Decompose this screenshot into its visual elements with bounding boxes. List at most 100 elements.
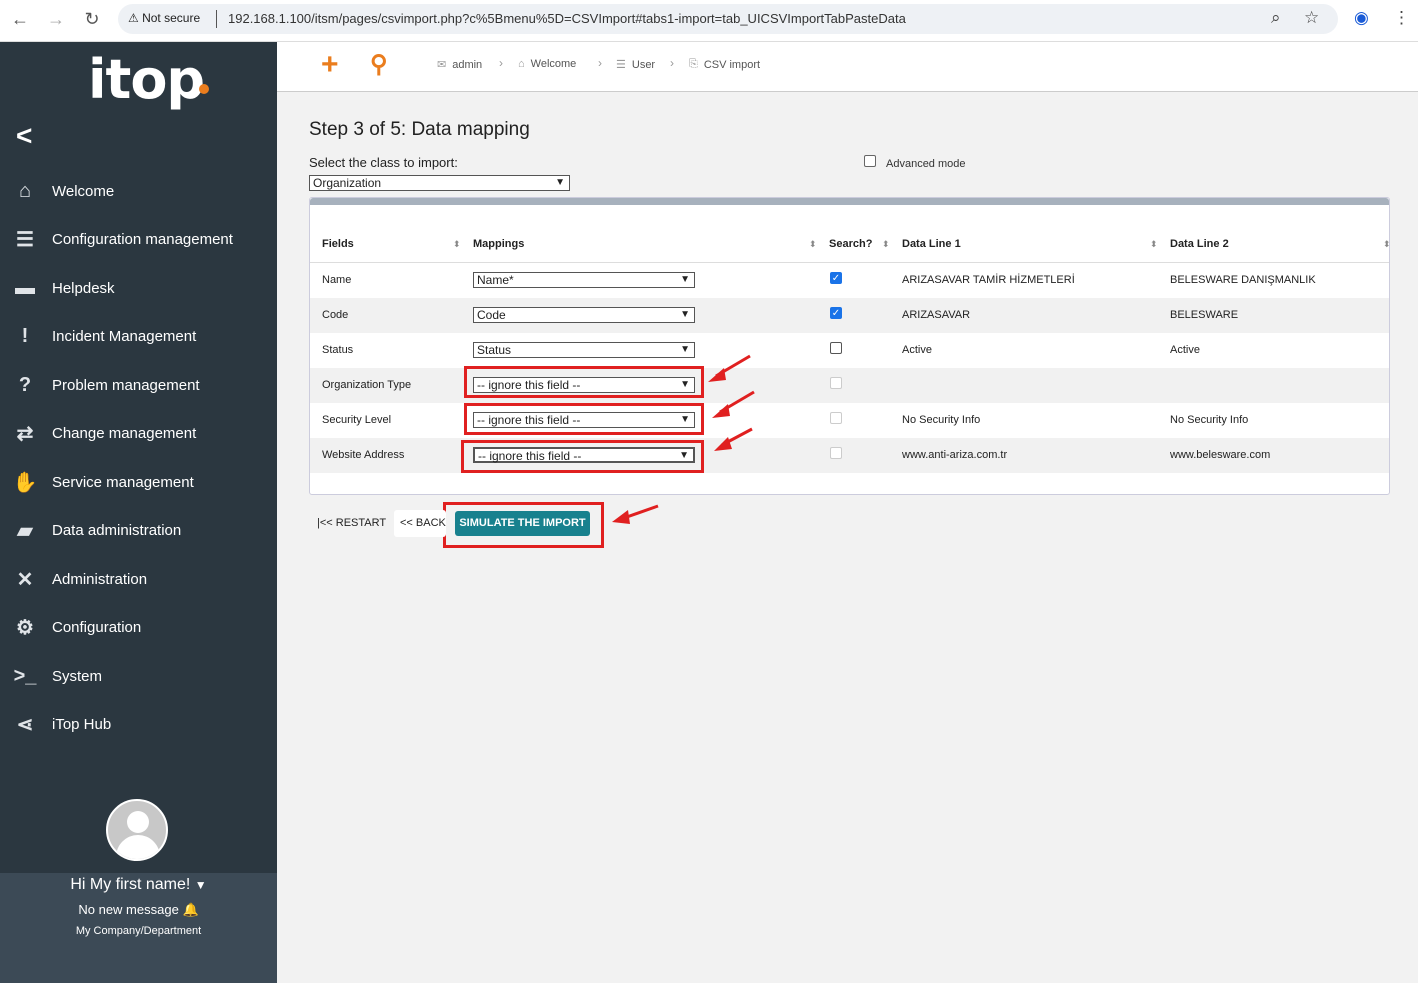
tools-icon: ✕ [16, 568, 34, 591]
select-class-label: Select the class to import: [309, 155, 458, 170]
sort-icon[interactable]: ⬍ [1150, 239, 1158, 250]
class-select[interactable]: Organization ▼ [309, 175, 570, 191]
more-menu-icon[interactable]: ⋮ [1393, 8, 1410, 28]
sidebar-item-label: Configuration management [52, 231, 233, 249]
chevron-right-icon: › [598, 56, 602, 70]
reload-icon[interactable]: ↻ [80, 9, 104, 30]
search-icon[interactable]: ⚲ [370, 50, 388, 79]
address-bar[interactable]: ⚠ Not secure 192.168.1.100/itsm/pages/cs… [118, 4, 1338, 34]
star-icon[interactable]: ☆ [1304, 8, 1319, 28]
data-line-1-value: ARIZASAVAR TAMİR HİZMETLERİ [902, 274, 1075, 286]
red-arrow-icon [708, 354, 751, 382]
sidebar-item-label: Service management [52, 473, 194, 491]
avatar-body [116, 835, 160, 859]
mapping-select[interactable]: Status ▼ [473, 342, 695, 358]
forward-arrow-icon[interactable]: → [44, 9, 68, 30]
data-line-1-value: www.anti-ariza.com.tr [902, 449, 1008, 461]
breadcrumb-user[interactable]: ☰ User [616, 58, 655, 72]
search-checkbox [830, 377, 842, 389]
new-object-icon[interactable]: + [321, 48, 339, 82]
chat-icon: ▬ [15, 276, 35, 299]
sort-icon[interactable]: ⬍ [809, 239, 817, 250]
sort-icon[interactable]: ⬍ [453, 239, 461, 250]
table-row: Status Status ▼ Active Active [310, 333, 1389, 368]
folder-icon: ▰ [17, 520, 33, 543]
messages-text: No new message [78, 902, 179, 917]
breadcrumb-welcome[interactable]: ⌂ Welcome [518, 58, 576, 70]
sidebar-item-system[interactable]: >_ System [0, 652, 277, 701]
sort-icon[interactable]: ⬍ [882, 239, 890, 250]
highlight-box [461, 440, 704, 473]
sidebar-item-label: Problem management [52, 376, 200, 394]
sidebar-item-data-administration[interactable]: ▰ Data administration [0, 507, 277, 556]
restart-button[interactable]: |<< RESTART [311, 510, 392, 537]
mapping-select[interactable]: Code ▼ [473, 307, 695, 323]
data-line-1-value: No Security Info [902, 414, 981, 426]
sidebar-item-label: Change management [52, 425, 197, 443]
sidebar-item-label: iTop Hub [52, 716, 112, 734]
mapping-value: Status [477, 343, 512, 357]
chevron-down-icon: ▼ [680, 344, 690, 355]
sidebar-item-configuration-management[interactable]: ☰ Configuration management [0, 216, 277, 265]
logo-dot [199, 84, 209, 94]
header-mappings[interactable]: Mappings [473, 238, 524, 250]
header-data-line-2[interactable]: Data Line 2 [1170, 238, 1229, 250]
header-data-line-1[interactable]: Data Line 1 [902, 238, 961, 250]
back-arrow-icon[interactable]: ← [8, 9, 32, 30]
search-checkbox[interactable]: ✓ [830, 307, 842, 319]
sidebar-item-administration[interactable]: ✕ Administration [0, 555, 277, 604]
sidebar-item-label: Incident Management [52, 328, 197, 346]
url-text[interactable]: 192.168.1.100/itsm/pages/csvimport.php?c… [228, 11, 906, 26]
breadcrumb-admin[interactable]: ✉ admin [437, 58, 482, 72]
sidebar-item-change-management[interactable]: ⇄ Change management [0, 410, 277, 459]
sidebar-item-label: System [52, 667, 103, 685]
mapping-select[interactable]: Name* ▼ [473, 272, 695, 288]
sort-icon[interactable]: ⬍ [1383, 239, 1391, 250]
header-fields[interactable]: Fields [322, 238, 354, 250]
breadcrumb-label: CSV import [703, 58, 761, 71]
simulate-import-button[interactable]: SIMULATE THE IMPORT [455, 511, 590, 536]
notifications[interactable]: No new message 🔔 [0, 902, 277, 918]
advanced-mode-checkbox[interactable] [864, 155, 876, 167]
breadcrumb-label: Welcome [530, 58, 577, 70]
zoom-icon[interactable]: ⌕ [1271, 8, 1281, 28]
security-indicator[interactable]: ⚠ Not secure [128, 11, 200, 25]
chevron-down-icon: ▼ [555, 177, 565, 188]
sidebar-item-incident-management[interactable]: ! Incident Management [0, 313, 277, 362]
sidebar-item-problem-management[interactable]: ? Problem management [0, 361, 277, 410]
home-icon: ⌂ [18, 179, 32, 202]
field-name: Organization Type [322, 379, 412, 391]
breadcrumb-csv-import[interactable]: ⎘ CSV import [689, 58, 760, 71]
table-row: Code Code ▼ ✓ ARIZASAVAR BELESWARE [310, 298, 1389, 333]
table-row: Name Name* ▼ ✓ ARIZASAVAR TAMİR HİZMETLER… [310, 263, 1389, 298]
sidebar-item-configuration[interactable]: ⚙ Configuration [0, 604, 277, 653]
highlight-box [464, 403, 704, 435]
field-name: Name [322, 274, 352, 286]
bell-icon: 🔔 [182, 902, 199, 917]
search-checkbox [830, 447, 842, 459]
sidebar-item-helpdesk[interactable]: ▬ Helpdesk [0, 264, 277, 313]
sidebar-item-welcome[interactable]: ⌂ Welcome [0, 167, 277, 216]
import-icon: ⎘ [689, 58, 698, 70]
header-search[interactable]: Search? [829, 238, 872, 250]
advanced-mode-label: Advanced mode [886, 158, 966, 170]
gear-icon: ⚙ [16, 617, 34, 640]
sidebar-item-label: Configuration [52, 619, 142, 637]
sidebar-item-itop-hub[interactable]: ⋖ iTop Hub [0, 701, 277, 750]
itop-logo[interactable]: itop [88, 48, 205, 111]
search-checkbox[interactable] [830, 342, 842, 354]
search-checkbox[interactable]: ✓ [830, 272, 842, 284]
field-name: Code [322, 309, 349, 321]
terminal-icon: >_ [13, 664, 37, 687]
user-greeting[interactable]: Hi My first name! ▼ [0, 876, 277, 894]
profile-icon[interactable]: ◉ [1354, 8, 1369, 28]
back-button[interactable]: << BACK [394, 510, 446, 537]
collapse-sidebar-icon[interactable]: < [16, 120, 32, 152]
chevron-right-icon: › [499, 56, 503, 70]
chevron-right-icon: › [670, 56, 674, 70]
sidebar-item-service-management[interactable]: ✋ Service management [0, 458, 277, 507]
highlight-box [464, 366, 704, 398]
field-name: Website Address [322, 449, 405, 461]
chevron-down-icon: ▼ [680, 274, 690, 285]
avatar[interactable] [106, 799, 168, 861]
